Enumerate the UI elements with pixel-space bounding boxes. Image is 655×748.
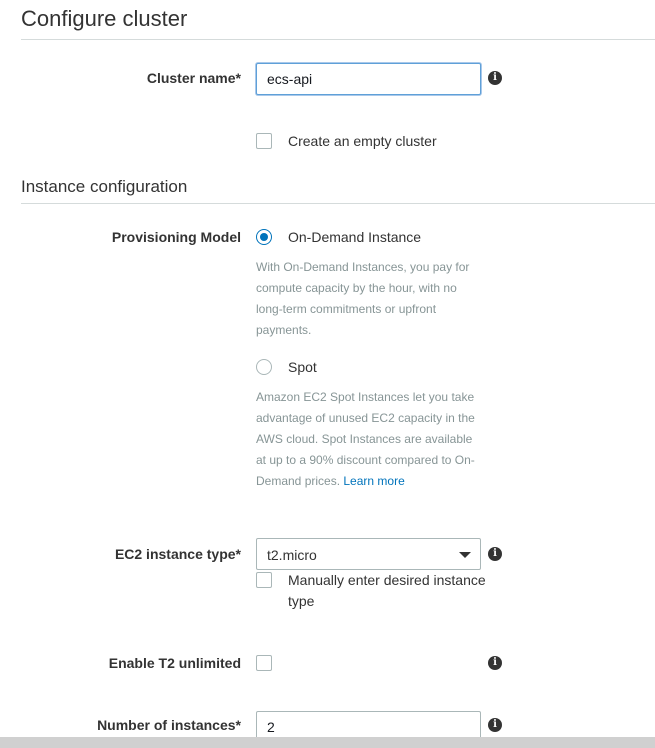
horizontal-scrollbar[interactable] (0, 737, 655, 748)
t2-unlimited-checkbox[interactable] (256, 655, 272, 671)
empty-cluster-label: Create an empty cluster (288, 133, 437, 149)
spot-radio[interactable] (256, 359, 272, 375)
section-divider (21, 39, 655, 40)
ec2-instance-type-select[interactable]: t2.micro (256, 538, 481, 570)
ec2-instance-type-label: EC2 instance type* (114, 546, 241, 562)
chevron-down-icon (459, 552, 471, 558)
cluster-name-label: Cluster name* (146, 70, 241, 86)
instance-config-heading: Instance configuration (21, 177, 188, 196)
info-icon[interactable]: i (488, 547, 502, 561)
learn-more-link[interactable]: Learn more (343, 474, 404, 488)
t2-unlimited-label: Enable T2 unlimited (108, 655, 241, 671)
provisioning-model-label: Provisioning Model (111, 229, 241, 245)
ec2-instance-type-value: t2.micro (267, 547, 317, 563)
on-demand-description: With On-Demand Instances, you pay for co… (256, 260, 470, 337)
number-of-instances-label: Number of instances* (97, 717, 241, 733)
manual-instance-type-label: Manually enter desired instance type (288, 572, 486, 609)
info-icon[interactable]: i (488, 718, 502, 732)
spot-label: Spot (288, 359, 317, 375)
empty-cluster-checkbox[interactable] (256, 133, 272, 149)
page-title: Configure cluster (21, 6, 188, 31)
info-icon[interactable]: i (488, 656, 502, 670)
section-divider (21, 203, 655, 204)
manual-instance-type-checkbox[interactable] (256, 572, 272, 588)
spot-description: Amazon EC2 Spot Instances let you take a… (256, 387, 484, 492)
on-demand-radio[interactable] (256, 229, 272, 245)
on-demand-label: On-Demand Instance (288, 229, 422, 245)
info-icon[interactable]: i (488, 71, 502, 85)
cluster-name-input[interactable] (256, 63, 481, 95)
